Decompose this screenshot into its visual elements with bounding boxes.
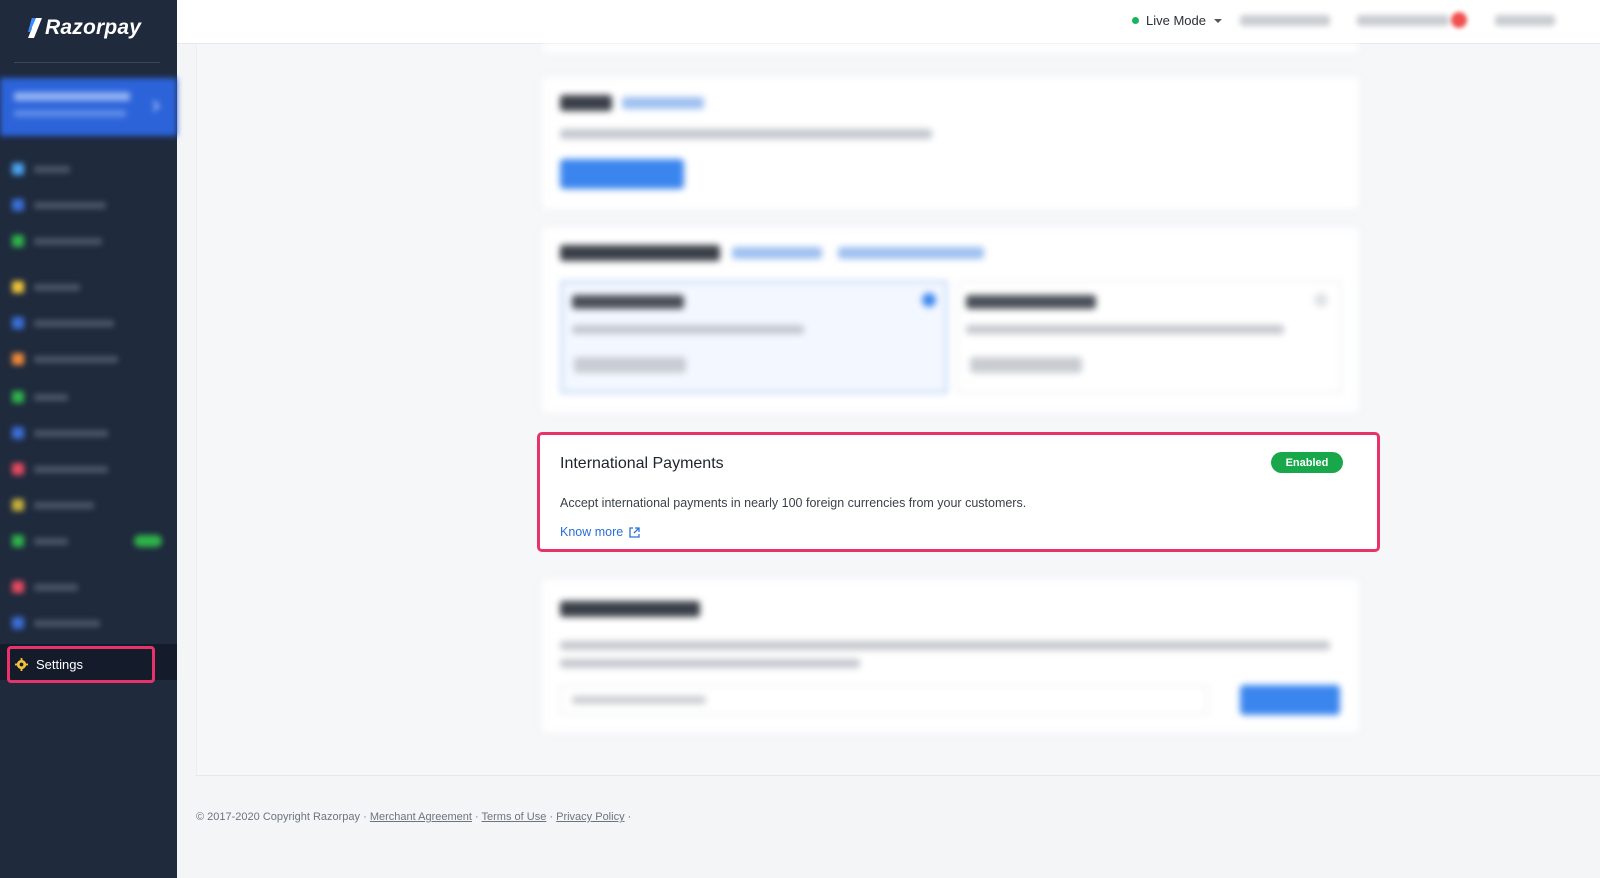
footer-divider	[196, 775, 1600, 776]
announcements-link-blurred[interactable]	[1357, 15, 1449, 26]
logo-divider	[14, 62, 160, 63]
gear-icon	[15, 658, 28, 671]
documentation-link-blurred[interactable]	[1240, 15, 1330, 26]
sidebar-item[interactable]	[12, 462, 108, 476]
sidebar-item[interactable]	[12, 352, 118, 366]
sidebar: Razorpay	[0, 0, 177, 878]
topbar: Live Mode	[177, 0, 1600, 44]
sidebar-item[interactable]	[12, 198, 106, 212]
international-payments-description: Accept international payments in nearly …	[560, 496, 1027, 510]
merchant-agreement-link[interactable]: Merchant Agreement	[370, 811, 472, 823]
sidebar-item-settings[interactable]: Settings	[7, 646, 155, 683]
refund-speed-card-blurred	[541, 226, 1360, 414]
sidebar-item[interactable]	[12, 390, 68, 404]
sidebar-item[interactable]	[12, 316, 114, 330]
email-notifications-card-blurred	[541, 578, 1360, 734]
live-mode-label: Live Mode	[1146, 13, 1206, 28]
sidebar-item[interactable]	[12, 498, 94, 512]
international-payments-title: International Payments	[560, 455, 724, 472]
footer: © 2017-2020 Copyright Razorpay · Merchan…	[196, 811, 632, 823]
account-menu-blurred[interactable]	[1495, 15, 1555, 26]
know-more-label: Know more	[560, 525, 624, 539]
chevron-down-icon	[1213, 18, 1222, 23]
sidebar-item[interactable]	[12, 426, 108, 440]
sidebar-item[interactable]	[12, 616, 100, 630]
sidebar-item[interactable]	[12, 234, 102, 248]
sidebar-item[interactable]	[12, 162, 70, 176]
account-switcher-blurred[interactable]	[0, 78, 177, 136]
live-status-dot	[1132, 17, 1139, 24]
status-badge: Enabled	[1271, 452, 1343, 473]
settings-label: Settings	[36, 657, 83, 672]
new-badge	[134, 535, 162, 547]
international-payments-card: International Payments Enabled Accept in…	[537, 432, 1380, 552]
sidebar-item[interactable]	[12, 580, 78, 594]
notification-badge	[1451, 12, 1467, 28]
card-blurred-top	[541, 44, 1360, 54]
razorpay-logo[interactable]: Razorpay	[26, 16, 141, 40]
external-link-icon	[629, 526, 640, 538]
live-mode-toggle[interactable]: Live Mode	[1132, 13, 1222, 28]
sidebar-item[interactable]	[12, 534, 68, 548]
privacy-policy-link[interactable]: Privacy Policy	[556, 811, 624, 823]
razorpay-logo-icon	[28, 18, 42, 38]
know-more-link[interactable]: Know more	[560, 525, 640, 539]
copyright-text: © 2017-2020 Copyright Razorpay	[196, 811, 361, 823]
brand-name: Razorpay	[45, 16, 142, 39]
sidebar-item[interactable]	[12, 280, 80, 294]
paypal-card-blurred	[541, 76, 1360, 210]
terms-of-use-link[interactable]: Terms of Use	[482, 811, 547, 823]
